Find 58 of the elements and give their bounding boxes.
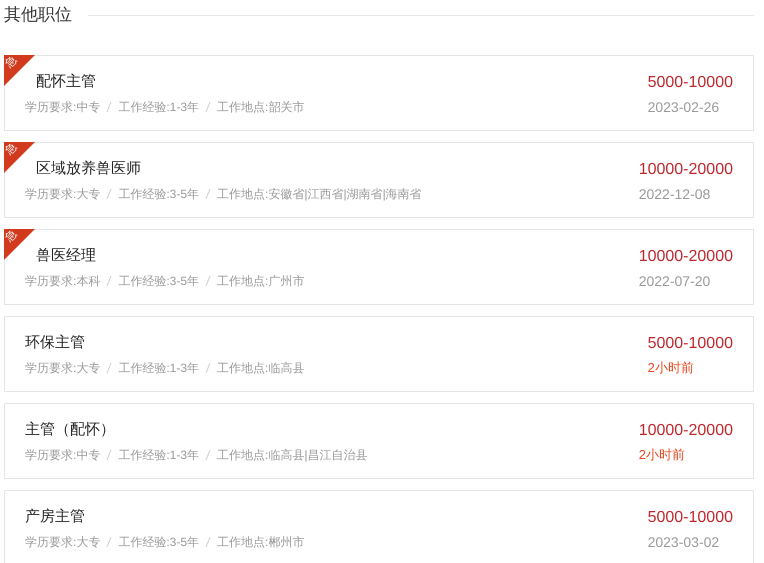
post-time: 2小时前: [638, 446, 685, 464]
job-detail: 学历要求:大专: [25, 534, 100, 551]
slash-divider: [205, 362, 212, 374]
job-detail: 学历要求:中专: [25, 447, 100, 464]
job-title[interactable]: 产房主管: [25, 507, 85, 527]
urgent-badge: 急: [4, 142, 35, 173]
post-time: 2023-03-02: [648, 533, 720, 552]
slash-divider: [205, 536, 212, 548]
job-card[interactable]: 急 区域放养兽医师 学历要求:大专 工作经验:3-5年 工作地点:安徽省|江西省|湖南省|海南省 10000-20000 2022-12-08: [4, 142, 754, 218]
job-card[interactable]: 产房主管 学历要求:大专 工作经验:3-5年 工作地点:郴州市 5000-10000 2023-03-02: [4, 490, 754, 563]
urgent-badge: 急: [4, 229, 35, 260]
job-title[interactable]: 兽医经理: [36, 246, 96, 266]
section-title: 其他职位: [4, 4, 72, 26]
slash-divider: [205, 188, 212, 200]
job-detail: 工作地点:安徽省|江西省|湖南省|海南省: [217, 186, 422, 203]
salary: 5000-10000: [648, 73, 733, 93]
job-card[interactable]: 主管（配怀） 学历要求:中专 工作经验:1-3年 工作地点:临高县|昌江自治县 10000-20000 2小时前: [4, 403, 754, 479]
job-card[interactable]: 急 配怀主管 学历要求:中专 工作经验:1-3年 工作地点:韶关市 5000-10000 2023-02-26: [4, 55, 754, 131]
salary: 5000-10000: [648, 334, 733, 354]
slash-divider: [106, 362, 112, 374]
job-detail: 工作地点:临高县: [217, 360, 304, 377]
slash-divider: [205, 275, 212, 287]
slash-divider: [106, 536, 112, 548]
urgent-badge: 急: [4, 55, 35, 86]
job-title[interactable]: 环保主管: [25, 333, 85, 353]
job-detail: 工作经验:3-5年: [118, 186, 200, 203]
slash-divider: [106, 275, 112, 287]
job-detail: 工作经验:1-3年: [118, 99, 200, 116]
job-detail: 工作经验:3-5年: [118, 534, 200, 551]
salary: 5000-10000: [648, 508, 733, 528]
job-title[interactable]: 主管（配怀）: [25, 420, 115, 440]
job-detail: 工作经验:1-3年: [118, 360, 200, 377]
job-detail: 工作地点:韶关市: [217, 99, 304, 116]
job-detail: 工作地点:郴州市: [217, 534, 304, 551]
post-time: 2022-07-20: [638, 272, 710, 291]
post-time: 2022-12-08: [638, 185, 710, 204]
job-detail: 学历要求:本科: [25, 273, 100, 290]
post-time: 2023-02-26: [648, 98, 720, 117]
slash-divider: [205, 101, 212, 113]
salary: 10000-20000: [638, 160, 733, 180]
job-title[interactable]: 配怀主管: [36, 72, 96, 92]
slash-divider: [106, 101, 112, 113]
job-detail: 工作地点:广州市: [217, 273, 304, 290]
job-detail: 工作地点:临高县|昌江自治县: [217, 447, 368, 464]
slash-divider: [106, 449, 112, 461]
salary: 10000-20000: [638, 247, 733, 267]
slash-divider: [106, 188, 112, 200]
job-card[interactable]: 环保主管 学历要求:大专 工作经验:1-3年 工作地点:临高县 5000-10000 2小时前: [4, 316, 754, 392]
job-detail: 工作经验:3-5年: [118, 273, 200, 290]
job-detail: 学历要求:大专: [25, 360, 100, 377]
job-detail: 学历要求:大专: [25, 186, 100, 203]
job-card[interactable]: 急 兽医经理 学历要求:本科 工作经验:3-5年 工作地点:广州市 10000-20000 2022-07-20: [4, 229, 754, 305]
job-detail: 学历要求:中专: [25, 99, 100, 116]
post-time: 2小时前: [648, 359, 694, 377]
slash-divider: [205, 449, 212, 461]
job-title[interactable]: 区域放养兽医师: [36, 159, 141, 179]
job-detail: 工作经验:1-3年: [118, 447, 200, 464]
salary: 10000-20000: [638, 421, 733, 441]
